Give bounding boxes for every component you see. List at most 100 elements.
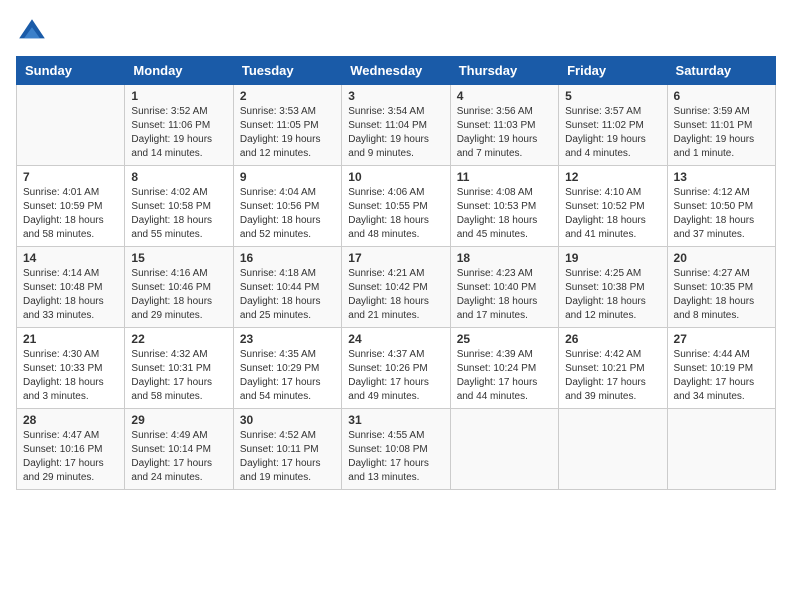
day-number: 14 bbox=[23, 251, 118, 265]
header-cell-tuesday: Tuesday bbox=[233, 57, 341, 85]
day-number: 1 bbox=[131, 89, 226, 103]
day-info: Sunrise: 4:08 AM Sunset: 10:53 PM Daylig… bbox=[457, 186, 552, 242]
day-number: 20 bbox=[674, 251, 769, 265]
day-cell: 20 Sunrise: 4:27 AM Sunset: 10:35 PM Dayl… bbox=[667, 247, 775, 328]
day-cell: 10 Sunrise: 4:06 AM Sunset: 10:55 PM Dayl… bbox=[342, 166, 450, 247]
day-cell: 29 Sunrise: 4:49 AM Sunset: 10:14 PM Dayl… bbox=[125, 409, 233, 490]
day-number: 25 bbox=[457, 332, 552, 346]
day-cell: 23 Sunrise: 4:35 AM Sunset: 10:29 PM Dayl… bbox=[233, 328, 341, 409]
day-number: 4 bbox=[457, 89, 552, 103]
page-header bbox=[16, 16, 776, 48]
day-number: 7 bbox=[23, 170, 118, 184]
calendar-table: SundayMondayTuesdayWednesdayThursdayFrid… bbox=[16, 56, 776, 490]
day-cell: 21Sunrise: 4:30 AM Sunset: 10:33 PM Dayl… bbox=[17, 328, 125, 409]
day-info: Sunrise: 4:02 AM Sunset: 10:58 PM Daylig… bbox=[131, 186, 226, 242]
day-number: 17 bbox=[348, 251, 443, 265]
day-cell bbox=[450, 409, 558, 490]
day-number: 22 bbox=[131, 332, 226, 346]
day-number: 5 bbox=[565, 89, 660, 103]
day-info: Sunrise: 4:12 AM Sunset: 10:50 PM Daylig… bbox=[674, 186, 769, 242]
day-cell: 9 Sunrise: 4:04 AM Sunset: 10:56 PM Dayli… bbox=[233, 166, 341, 247]
day-info: Sunrise: 4:27 AM Sunset: 10:35 PM Daylig… bbox=[674, 267, 769, 323]
day-info: Sunrise: 3:57 AM Sunset: 11:02 PM Daylig… bbox=[565, 105, 660, 161]
day-number: 16 bbox=[240, 251, 335, 265]
header-cell-friday: Friday bbox=[559, 57, 667, 85]
day-cell: 3 Sunrise: 3:54 AM Sunset: 11:04 PM Dayli… bbox=[342, 85, 450, 166]
day-cell: 30 Sunrise: 4:52 AM Sunset: 10:11 PM Dayl… bbox=[233, 409, 341, 490]
day-info: Sunrise: 4:55 AM Sunset: 10:08 PM Daylig… bbox=[348, 429, 443, 485]
day-cell bbox=[667, 409, 775, 490]
day-cell: 24 Sunrise: 4:37 AM Sunset: 10:26 PM Dayl… bbox=[342, 328, 450, 409]
day-cell: 6 Sunrise: 3:59 AM Sunset: 11:01 PM Dayli… bbox=[667, 85, 775, 166]
day-cell: 28Sunrise: 4:47 AM Sunset: 10:16 PM Dayl… bbox=[17, 409, 125, 490]
day-number: 11 bbox=[457, 170, 552, 184]
header-cell-sunday: Sunday bbox=[17, 57, 125, 85]
day-cell: 18 Sunrise: 4:23 AM Sunset: 10:40 PM Dayl… bbox=[450, 247, 558, 328]
day-number: 27 bbox=[674, 332, 769, 346]
week-row-3: 14 Sunrise: 4:14 AM Sunset: 10:48 PM Dayl… bbox=[17, 247, 776, 328]
day-cell: 22 Sunrise: 4:32 AM Sunset: 10:31 PM Dayl… bbox=[125, 328, 233, 409]
day-cell: 11 Sunrise: 4:08 AM Sunset: 10:53 PM Dayl… bbox=[450, 166, 558, 247]
day-cell bbox=[559, 409, 667, 490]
day-info: Sunrise: 3:59 AM Sunset: 11:01 PM Daylig… bbox=[674, 105, 769, 161]
week-row-5: 28Sunrise: 4:47 AM Sunset: 10:16 PM Dayl… bbox=[17, 409, 776, 490]
day-info: Sunrise: 4:21 AM Sunset: 10:42 PM Daylig… bbox=[348, 267, 443, 323]
day-number: 10 bbox=[348, 170, 443, 184]
day-info: Sunrise: 4:44 AM Sunset: 10:19 PM Daylig… bbox=[674, 348, 769, 404]
day-cell: 16 Sunrise: 4:18 AM Sunset: 10:44 PM Dayl… bbox=[233, 247, 341, 328]
day-number: 24 bbox=[348, 332, 443, 346]
day-cell: 26Sunrise: 4:42 AM Sunset: 10:21 PM Dayl… bbox=[559, 328, 667, 409]
day-cell: 31 Sunrise: 4:55 AM Sunset: 10:08 PM Dayl… bbox=[342, 409, 450, 490]
day-info: Sunrise: 4:42 AM Sunset: 10:21 PM Daylig… bbox=[565, 348, 660, 404]
day-cell: 1Sunrise: 3:52 AM Sunset: 11:06 PM Dayli… bbox=[125, 85, 233, 166]
day-number: 8 bbox=[131, 170, 226, 184]
day-cell: 13 Sunrise: 4:12 AM Sunset: 10:50 PM Dayl… bbox=[667, 166, 775, 247]
day-number: 3 bbox=[348, 89, 443, 103]
week-row-1: 1Sunrise: 3:52 AM Sunset: 11:06 PM Dayli… bbox=[17, 85, 776, 166]
day-cell: 4 Sunrise: 3:56 AM Sunset: 11:03 PM Dayli… bbox=[450, 85, 558, 166]
day-number: 18 bbox=[457, 251, 552, 265]
day-info: Sunrise: 4:23 AM Sunset: 10:40 PM Daylig… bbox=[457, 267, 552, 323]
logo bbox=[16, 16, 52, 48]
header-cell-saturday: Saturday bbox=[667, 57, 775, 85]
logo-icon bbox=[16, 16, 48, 48]
day-cell: 27 Sunrise: 4:44 AM Sunset: 10:19 PM Dayl… bbox=[667, 328, 775, 409]
day-info: Sunrise: 4:06 AM Sunset: 10:55 PM Daylig… bbox=[348, 186, 443, 242]
day-cell: 17 Sunrise: 4:21 AM Sunset: 10:42 PM Dayl… bbox=[342, 247, 450, 328]
day-info: Sunrise: 4:04 AM Sunset: 10:56 PM Daylig… bbox=[240, 186, 335, 242]
day-info: Sunrise: 4:16 AM Sunset: 10:46 PM Daylig… bbox=[131, 267, 226, 323]
day-number: 9 bbox=[240, 170, 335, 184]
week-row-2: 7Sunrise: 4:01 AM Sunset: 10:59 PM Dayli… bbox=[17, 166, 776, 247]
day-info: Sunrise: 4:14 AM Sunset: 10:48 PM Daylig… bbox=[23, 267, 118, 323]
day-number: 29 bbox=[131, 413, 226, 427]
header-cell-wednesday: Wednesday bbox=[342, 57, 450, 85]
day-info: Sunrise: 4:30 AM Sunset: 10:33 PM Daylig… bbox=[23, 348, 118, 404]
day-info: Sunrise: 4:52 AM Sunset: 10:11 PM Daylig… bbox=[240, 429, 335, 485]
day-info: Sunrise: 4:32 AM Sunset: 10:31 PM Daylig… bbox=[131, 348, 226, 404]
day-number: 13 bbox=[674, 170, 769, 184]
day-cell: 14 Sunrise: 4:14 AM Sunset: 10:48 PM Dayl… bbox=[17, 247, 125, 328]
header-row: SundayMondayTuesdayWednesdayThursdayFrid… bbox=[17, 57, 776, 85]
day-number: 30 bbox=[240, 413, 335, 427]
day-number: 6 bbox=[674, 89, 769, 103]
day-info: Sunrise: 4:49 AM Sunset: 10:14 PM Daylig… bbox=[131, 429, 226, 485]
day-number: 23 bbox=[240, 332, 335, 346]
day-number: 19 bbox=[565, 251, 660, 265]
day-number: 12 bbox=[565, 170, 660, 184]
day-info: Sunrise: 4:37 AM Sunset: 10:26 PM Daylig… bbox=[348, 348, 443, 404]
day-cell: 7Sunrise: 4:01 AM Sunset: 10:59 PM Dayli… bbox=[17, 166, 125, 247]
day-info: Sunrise: 4:18 AM Sunset: 10:44 PM Daylig… bbox=[240, 267, 335, 323]
day-number: 15 bbox=[131, 251, 226, 265]
calendar-body: 1Sunrise: 3:52 AM Sunset: 11:06 PM Dayli… bbox=[17, 85, 776, 490]
calendar-header: SundayMondayTuesdayWednesdayThursdayFrid… bbox=[17, 57, 776, 85]
day-cell: 12Sunrise: 4:10 AM Sunset: 10:52 PM Dayl… bbox=[559, 166, 667, 247]
day-cell: 2 Sunrise: 3:53 AM Sunset: 11:05 PM Dayli… bbox=[233, 85, 341, 166]
day-number: 31 bbox=[348, 413, 443, 427]
day-info: Sunrise: 3:56 AM Sunset: 11:03 PM Daylig… bbox=[457, 105, 552, 161]
header-cell-thursday: Thursday bbox=[450, 57, 558, 85]
day-number: 28 bbox=[23, 413, 118, 427]
day-number: 2 bbox=[240, 89, 335, 103]
day-info: Sunrise: 4:35 AM Sunset: 10:29 PM Daylig… bbox=[240, 348, 335, 404]
day-info: Sunrise: 3:53 AM Sunset: 11:05 PM Daylig… bbox=[240, 105, 335, 161]
day-info: Sunrise: 3:54 AM Sunset: 11:04 PM Daylig… bbox=[348, 105, 443, 161]
